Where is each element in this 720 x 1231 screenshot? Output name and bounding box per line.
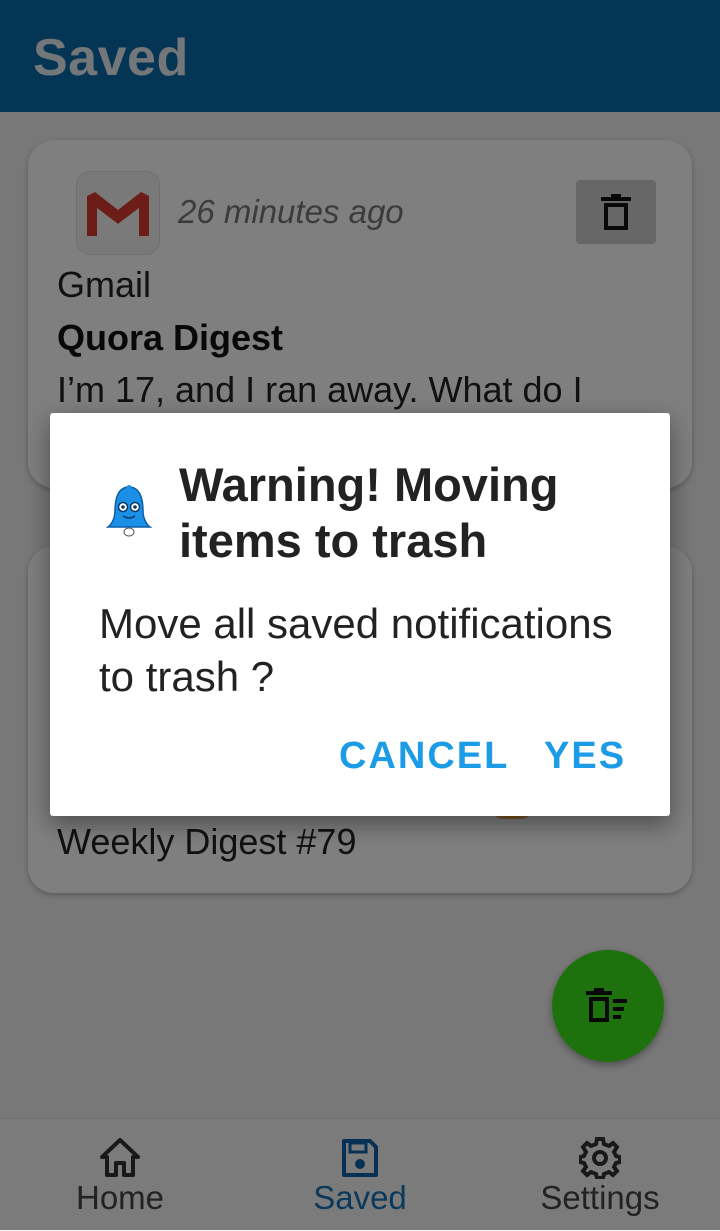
bell-icon	[106, 485, 152, 537]
warning-dialog: Warning! Moving items to trash Move all …	[50, 413, 670, 816]
yes-button[interactable]: YES	[544, 735, 626, 778]
dialog-title: Warning! Moving items to trash	[179, 458, 559, 567]
cancel-button[interactable]: CANCEL	[339, 735, 509, 778]
dialog-message: Move all saved notifications to trash ?	[99, 600, 613, 700]
